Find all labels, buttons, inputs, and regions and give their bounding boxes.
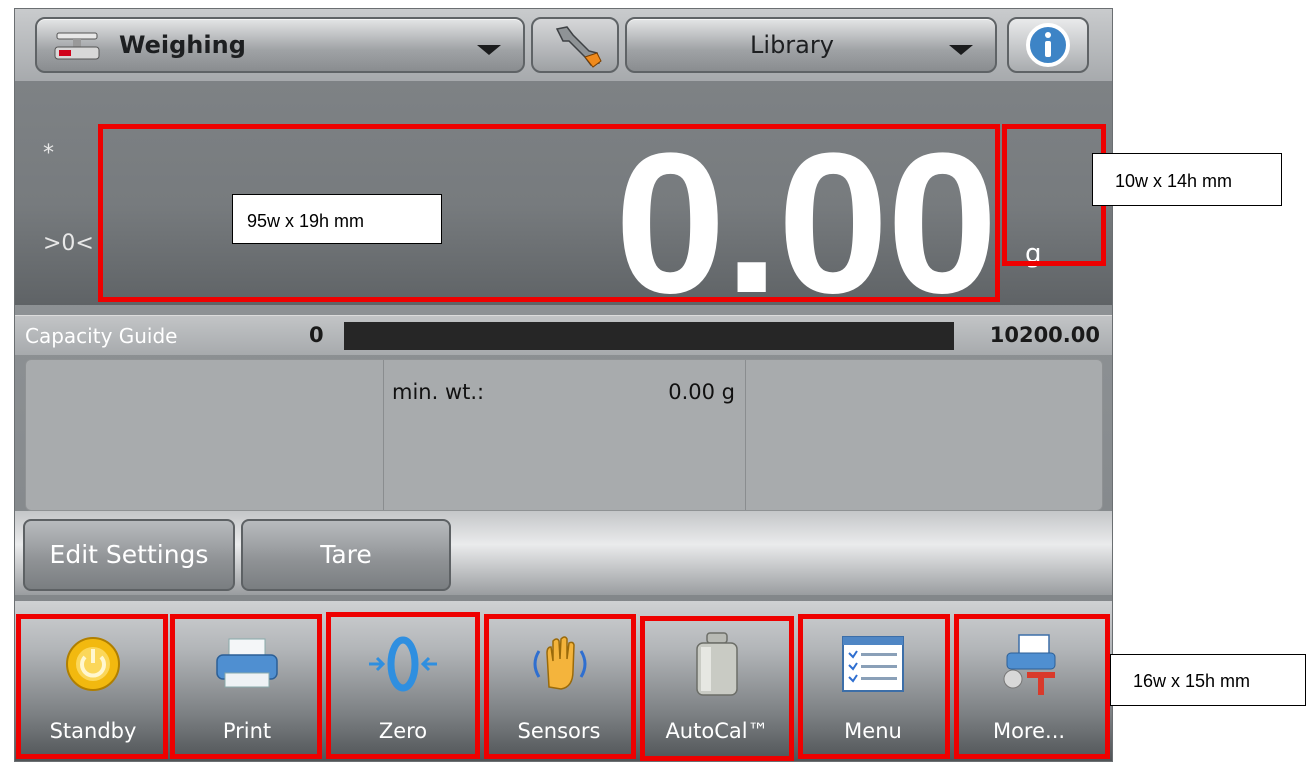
unit-highlight-box <box>1002 124 1106 266</box>
chevron-down-icon <box>477 45 501 55</box>
capacity-bar <box>344 322 954 350</box>
more-highlight-box <box>954 614 1110 759</box>
chevron-down-icon <box>949 45 973 55</box>
stable-indicator: * <box>43 141 54 166</box>
capacity-label: Capacity Guide <box>25 324 178 348</box>
settings-button[interactable] <box>531 17 619 73</box>
menu-highlight-box <box>798 614 950 759</box>
info-cell-right <box>746 360 1104 510</box>
capacity-min: 0 <box>309 323 324 347</box>
unit-size-annotation: 10w x 14h mm <box>1092 153 1282 206</box>
info-cell-min-weight: min. wt.: 0.00 g <box>384 360 746 510</box>
min-weight-label: min. wt.: <box>392 380 485 404</box>
capacity-guide: Capacity Guide 0 10200.00 <box>15 315 1112 355</box>
application-label: Weighing <box>119 31 246 59</box>
application-dropdown[interactable]: Weighing <box>35 17 525 73</box>
center-of-zero-indicator: >0< <box>43 231 94 256</box>
print-highlight-box <box>170 614 322 759</box>
button-size-annotation: 16w x 15h mm <box>1110 654 1306 706</box>
softkey-row: Edit Settings Tare <box>15 511 1112 595</box>
info-panel: min. wt.: 0.00 g <box>25 359 1103 511</box>
edit-settings-button[interactable]: Edit Settings <box>23 519 235 591</box>
tare-button[interactable]: Tare <box>241 519 451 591</box>
top-bar: Weighing Library <box>15 9 1112 81</box>
min-weight-value: 0.00 g <box>668 380 735 404</box>
sensors-highlight-box <box>484 614 636 759</box>
info-icon <box>1026 23 1070 67</box>
standby-highlight-box <box>16 614 168 759</box>
autocal-highlight-box <box>640 616 794 761</box>
capacity-max: 10200.00 <box>989 323 1100 347</box>
zero-highlight-box <box>326 612 480 759</box>
library-dropdown[interactable]: Library <box>625 17 997 73</box>
library-label: Library <box>750 31 834 59</box>
scale-icon <box>54 32 100 60</box>
info-cell-left <box>26 360 384 510</box>
info-button[interactable] <box>1007 17 1089 73</box>
display-size-annotation: 95w x 19h mm <box>232 194 442 244</box>
wrench-icon <box>555 26 602 68</box>
